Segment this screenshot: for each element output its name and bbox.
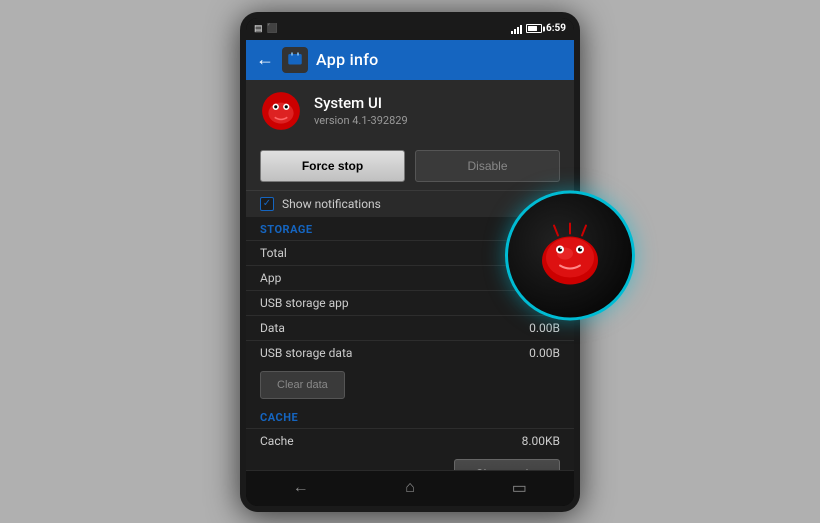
status-right: 6:59	[511, 23, 566, 34]
storage-label-usb-data: USB storage data	[260, 346, 352, 360]
clear-data-row: Clear data	[246, 365, 574, 405]
checkmark-icon: ✓	[263, 199, 271, 209]
storage-label-app: App	[260, 271, 281, 285]
notification-icon: ⬛	[267, 24, 278, 34]
app-version: version 4.1-392829	[314, 114, 560, 127]
cache-value: 8.00KB	[522, 434, 560, 448]
cache-row: Cache 8.00KB	[246, 428, 574, 453]
notifications-checkbox[interactable]: ✓	[260, 197, 274, 211]
app-name: System UI	[314, 94, 560, 112]
storage-label-total: Total	[260, 246, 287, 260]
time-display: 6:59	[546, 23, 566, 34]
signal-icon	[511, 24, 522, 34]
status-left-icons: ▤ ⬛	[254, 24, 278, 34]
page-title: App info	[316, 50, 379, 69]
disable-button[interactable]: Disable	[415, 150, 560, 182]
nav-home-icon: ⌂	[405, 479, 415, 497]
clear-data-button[interactable]: Clear data	[260, 371, 345, 399]
app-header: System UI version 4.1-392829	[246, 80, 574, 142]
jelly-bean-overlay	[505, 190, 635, 320]
nav-recent-button[interactable]: ▭	[465, 471, 574, 506]
nav-back-icon: ←	[293, 479, 309, 497]
storage-value-data: 0.00B	[529, 321, 560, 335]
nav-recent-icon: ▭	[512, 478, 527, 498]
phone-frame: ▤ ⬛ 6:59 ←	[240, 12, 580, 512]
storage-row-usb-data: USB storage data 0.00B	[246, 340, 574, 365]
storage-value-usb-data: 0.00B	[529, 346, 560, 360]
app-info: System UI version 4.1-392829	[314, 94, 560, 127]
android-icon	[286, 51, 304, 69]
clear-cache-row: Clear cache	[246, 453, 574, 470]
storage-row-data: Data 0.00B	[246, 315, 574, 340]
title-bar: ← App info	[246, 40, 574, 80]
app-icon	[260, 90, 302, 132]
nav-home-button[interactable]: ⌂	[355, 471, 464, 506]
cache-label: Cache	[260, 434, 294, 448]
notifications-label: Show notifications	[282, 197, 381, 211]
cache-section-header: CACHE	[246, 405, 574, 428]
back-arrow-icon[interactable]: ←	[256, 51, 274, 69]
sim-icon: ▤	[254, 24, 263, 34]
action-buttons-row: Force stop Disable	[246, 142, 574, 190]
jelly-bean-svg	[530, 215, 610, 295]
status-bar: ▤ ⬛ 6:59	[246, 18, 574, 40]
nav-bar: ← ⌂ ▭	[246, 470, 574, 506]
storage-label-usb-app: USB storage app	[260, 296, 349, 310]
force-stop-button[interactable]: Force stop	[260, 150, 405, 182]
nav-back-button[interactable]: ←	[246, 471, 355, 506]
storage-label-data: Data	[260, 321, 285, 335]
title-app-icon	[282, 47, 308, 73]
clear-cache-button[interactable]: Clear cache	[454, 459, 560, 470]
battery-icon	[526, 24, 542, 33]
